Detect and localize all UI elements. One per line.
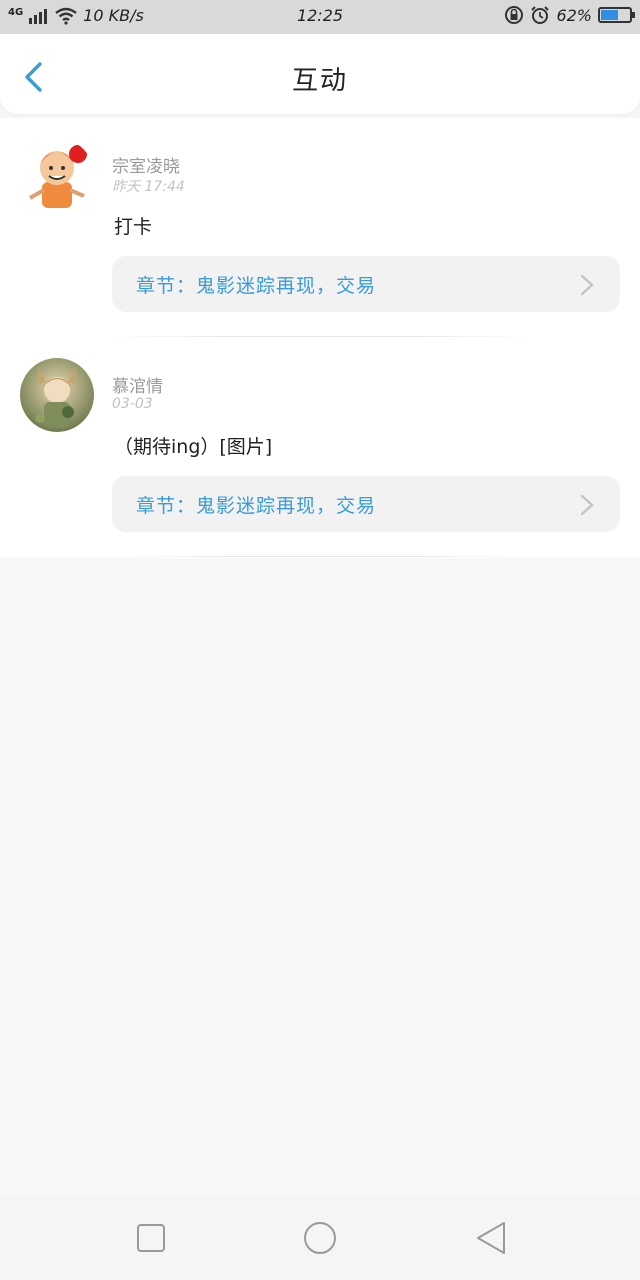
chapter-link[interactable]: 章节：鬼影迷踪再现，交易 [112,256,620,312]
avatar[interactable] [20,358,94,432]
avatar[interactable] [20,138,94,212]
home-icon[interactable] [302,1220,338,1256]
chapter-label: 章节：鬼影迷踪再现，交易 [136,495,377,517]
rotation-lock-icon [505,6,524,24]
post-time: 03-03 [112,396,153,412]
list-item[interactable]: 慕涫情 03-03 （期待ing）[图片] 章节：鬼影迷踪再现，交易 [0,338,640,558]
user-name[interactable]: 慕涫情 [112,372,163,397]
user-name[interactable]: 宗室凌晓 [112,152,180,177]
list-item[interactable]: 宗室凌晓 昨天 17:44 打卡 章节：鬼影迷踪再现，交易 [0,118,640,338]
header: 互动 [0,34,640,114]
divider [112,336,532,337]
chapter-label: 章节：鬼影迷踪再现，交易 [136,275,377,297]
recent-apps-icon[interactable] [133,1220,169,1256]
interaction-list: 宗室凌晓 昨天 17:44 打卡 章节：鬼影迷踪再现，交易 慕涫情 03-03 … [0,118,640,558]
status-right: 62% [504,5,635,25]
post-time: 昨天 17:44 [112,179,185,195]
chapter-link[interactable]: 章节：鬼影迷踪再现，交易 [112,476,620,532]
status-bar: 4G 10 KB/s 12:25 62% [0,0,640,34]
message-text: 打卡 [114,216,153,238]
chevron-right-icon [580,274,594,296]
battery-percent: 62% [556,5,592,25]
avatar-cartoon-icon [20,138,94,212]
battery-level [601,10,618,20]
divider [112,556,532,557]
chevron-right-icon [580,494,594,516]
message-text: （期待ing）[图片] [114,436,273,458]
battery-icon [598,7,635,23]
nav-back-icon[interactable] [472,1220,508,1256]
page-title: 互动 [291,66,348,96]
alarm-icon [531,6,550,24]
system-nav-bar [0,1196,640,1280]
avatar-character-icon [20,358,94,432]
